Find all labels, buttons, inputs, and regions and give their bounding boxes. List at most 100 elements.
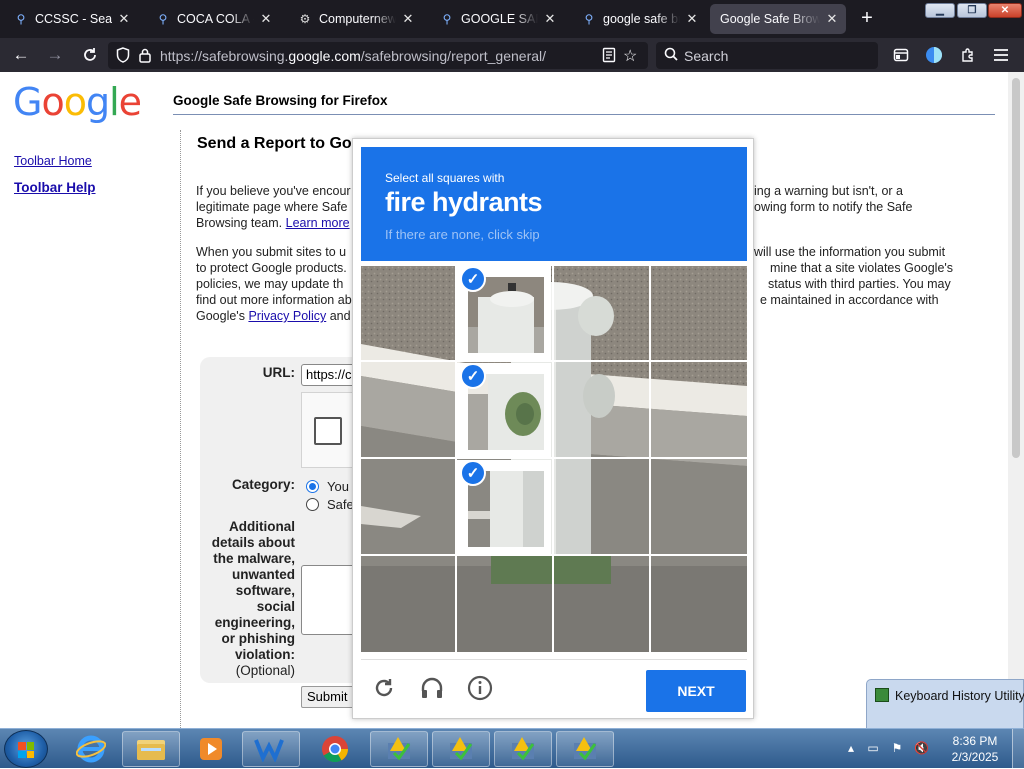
clock-time: 8:36 PM: [952, 734, 998, 748]
url-text: https://safebrowsing.google.com/safebrow…: [160, 48, 546, 64]
start-button[interactable]: [4, 730, 48, 768]
reload-icon[interactable]: [370, 674, 398, 702]
label-line: details about: [211, 535, 295, 550]
category-radio-1[interactable]: [306, 480, 319, 493]
close-tab-icon[interactable]: ✕: [116, 11, 132, 27]
search-bar[interactable]: Search: [656, 42, 878, 69]
logo-letter: G: [13, 80, 42, 124]
reader-view-icon[interactable]: [602, 47, 616, 66]
url-bar[interactable]: https://safebrowsing.google.com/safebrow…: [108, 42, 648, 69]
category-radio-2[interactable]: [306, 498, 319, 511]
close-tab-icon[interactable]: ✕: [400, 11, 416, 27]
toolbar-help-link[interactable]: Toolbar Help: [14, 180, 96, 195]
chrome-icon[interactable]: [306, 731, 364, 767]
tab-google-safe-b[interactable]: ⚲ GOOGLE SAFE B ✕: [430, 4, 564, 34]
bookmark-star-icon[interactable]: ☆: [623, 46, 637, 66]
text-span: Google's: [196, 309, 245, 323]
info-icon[interactable]: [466, 674, 494, 702]
selected-check-icon: ✓: [460, 363, 486, 389]
warning-app-icon[interactable]: [494, 731, 552, 767]
container-icon[interactable]: [890, 44, 912, 66]
challenge-target: fire hydrants: [385, 187, 543, 217]
close-tab-icon[interactable]: ✕: [824, 11, 840, 27]
text-line: owing form to notify the Safe: [754, 200, 913, 214]
tab-title: CCSSC - Search: [35, 12, 112, 26]
action-center-flag-icon[interactable]: ⚑: [890, 741, 904, 755]
label-line: violation:: [235, 647, 295, 662]
tray-clock[interactable]: 8:36 PM 2/3/2025: [942, 733, 1008, 765]
close-tab-icon[interactable]: ✕: [684, 11, 700, 27]
google-logo: Google: [13, 80, 142, 124]
text-line: ing a warning but isn't, or a: [754, 184, 903, 198]
audio-icon[interactable]: [418, 674, 446, 702]
tab-computernewb[interactable]: ⚙ Computernewb ✕: [288, 4, 422, 34]
warning-app-icon[interactable]: [556, 731, 614, 767]
close-tab-icon[interactable]: ✕: [542, 11, 558, 27]
logo-letter: l: [109, 80, 120, 124]
new-tab-icon[interactable]: +: [857, 8, 877, 29]
text-line: mine that a site violates Google's: [770, 261, 954, 275]
close-tab-icon[interactable]: ✕: [258, 11, 274, 27]
tab-coca-cola[interactable]: ⚲ COCA COLA - S ✕: [146, 4, 280, 34]
network-icon[interactable]: ▭: [866, 741, 880, 755]
nav-bar: ← → https://safebrowsing.google.com/safe…: [0, 38, 1024, 72]
extensions-puzzle-icon[interactable]: [957, 44, 979, 66]
selected-check-icon: ✓: [460, 460, 486, 486]
extension-globe-icon[interactable]: [923, 44, 945, 66]
label-line: engineering,: [214, 615, 295, 630]
volume-muted-icon[interactable]: 🔇: [914, 741, 929, 755]
search-icon: ⚲: [16, 12, 26, 26]
label-line: or phishing: [221, 631, 296, 646]
lock-icon[interactable]: [138, 47, 152, 66]
privacy-policy-link[interactable]: Privacy Policy: [248, 309, 326, 323]
challenge-hint: If there are none, click skip: [385, 227, 540, 242]
submit-button[interactable]: Submit: [301, 686, 356, 708]
forward-icon[interactable]: →: [44, 44, 66, 66]
text-line: e maintained in accordance with: [760, 293, 939, 307]
challenge-instruction: Select all squares with: [385, 171, 505, 185]
tab-ccssc-search[interactable]: ⚲ CCSSC - Search ✕: [4, 4, 138, 34]
reload-icon[interactable]: [79, 44, 101, 66]
details-label: Additional details about the malware, un…: [212, 519, 295, 679]
recaptcha-challenge: Select all squares with fire hydrants If…: [352, 138, 754, 719]
tab-title: google safe bro: [603, 12, 680, 26]
scrollbar-thumb[interactable]: [1012, 78, 1020, 458]
text-line: status with third parties. You may: [768, 277, 951, 291]
logo-letter: e: [118, 80, 142, 124]
back-icon[interactable]: ←: [10, 44, 32, 66]
shield-icon[interactable]: [116, 47, 130, 66]
internet-explorer-icon[interactable]: [62, 731, 120, 767]
maximize-button[interactable]: ❐: [957, 3, 987, 18]
label-line: social: [256, 599, 295, 614]
logo-letter: g: [85, 80, 110, 124]
tray-expand-icon[interactable]: ▴: [844, 741, 858, 755]
tab-google-safe-browsing-active[interactable]: Google Safe Browsin ✕: [710, 4, 846, 34]
url-label: URL:: [262, 365, 295, 380]
tab-google-safe-bro[interactable]: ⚲ google safe bro ✕: [572, 4, 706, 34]
page-scrollbar[interactable]: [1008, 72, 1024, 728]
warning-app-icon[interactable]: [432, 731, 490, 767]
close-window-button[interactable]: ✕: [988, 3, 1022, 18]
keyboard-history-window[interactable]: Keyboard History Utility: [866, 679, 1024, 729]
show-desktop-button[interactable]: [1012, 729, 1024, 769]
divider: [173, 114, 995, 115]
url-domain: google.com: [288, 47, 361, 64]
label-line: the malware,: [213, 551, 295, 566]
recaptcha-checkbox[interactable]: [314, 417, 342, 445]
warning-app-icon[interactable]: [370, 731, 428, 767]
grid-line: [361, 457, 747, 459]
menu-icon[interactable]: [990, 44, 1012, 66]
next-button[interactable]: NEXT: [646, 670, 746, 712]
media-player-icon[interactable]: [182, 731, 240, 767]
toolbar-home-link[interactable]: Toolbar Home: [14, 154, 92, 168]
search-icon: [664, 47, 678, 64]
learn-more-link[interactable]: Learn more: [286, 216, 350, 230]
page-title: Google Safe Browsing for Firefox: [173, 93, 388, 108]
tab-title: COCA COLA - S: [177, 12, 254, 26]
app-w-icon[interactable]: [242, 731, 300, 767]
url-path: /safebrowsing/report_general/: [360, 47, 547, 64]
minimize-button[interactable]: ▁: [925, 3, 955, 18]
file-explorer-icon[interactable]: [122, 731, 180, 767]
search-icon: ⚲: [158, 12, 168, 26]
tab-title: Computernewb: [319, 12, 396, 26]
